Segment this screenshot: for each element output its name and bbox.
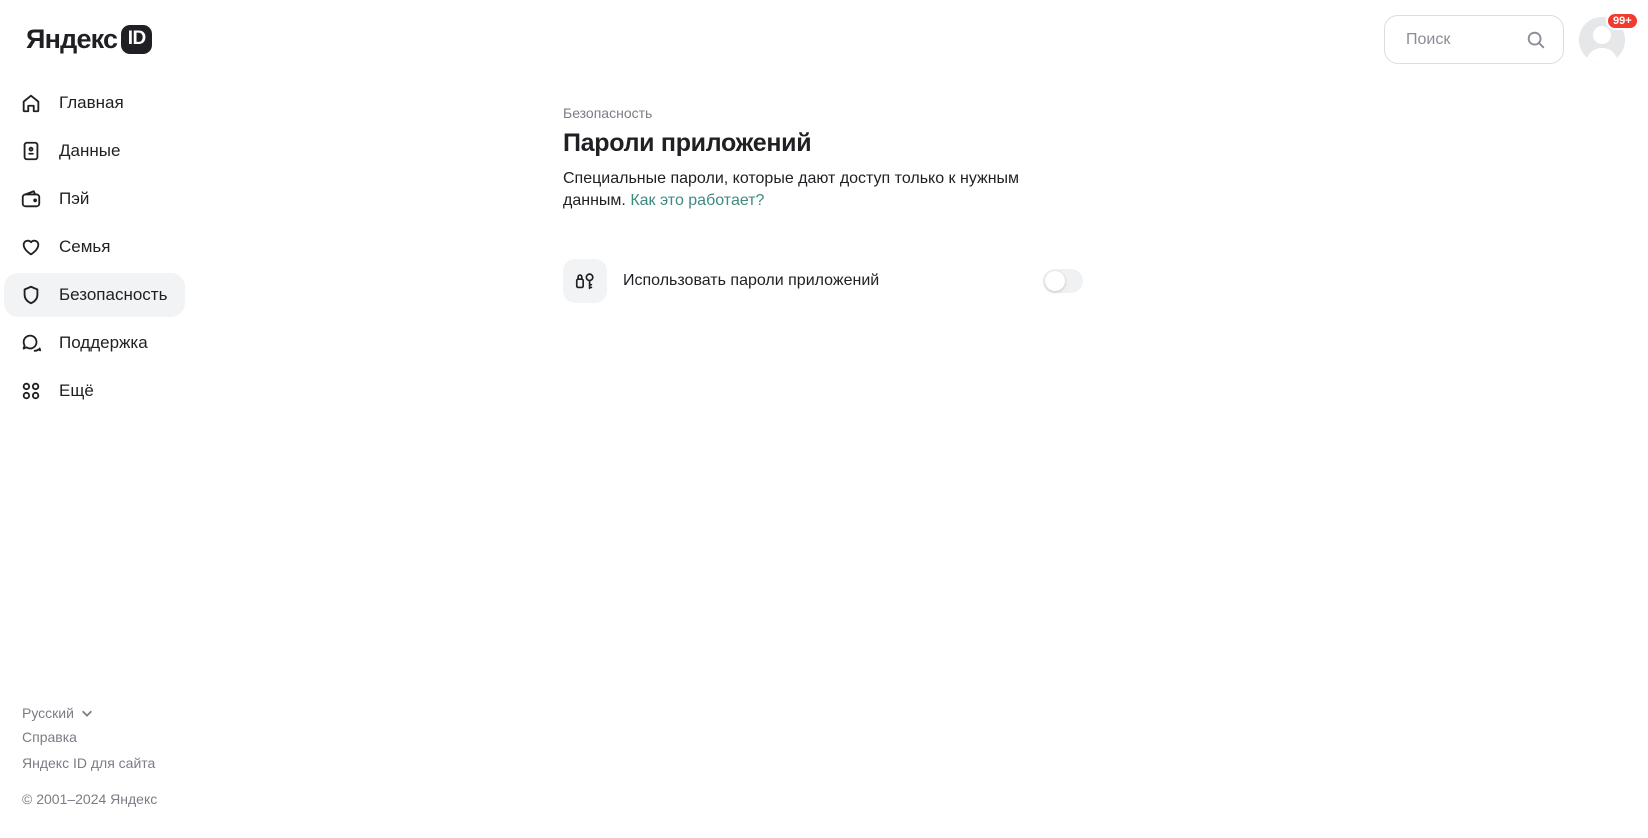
setting-label: Использовать пароли приложений — [623, 272, 880, 289]
key-lock-icon — [563, 259, 607, 303]
sidebar-item-home[interactable]: Главная — [4, 81, 186, 125]
id-card-icon — [20, 140, 42, 162]
search-input[interactable] — [1404, 29, 1514, 50]
sidebar: Главная Данные Пэй Семья Безопасность По… — [4, 81, 186, 417]
sidebar-item-family[interactable]: Семья — [4, 225, 186, 269]
home-icon — [20, 92, 42, 114]
sidebar-item-label: Безопасность — [59, 285, 168, 304]
language-selector[interactable]: Русский — [22, 703, 157, 723]
grid-icon — [20, 380, 42, 402]
sidebar-item-label: Пэй — [59, 189, 90, 208]
page-title: Пароли приложений — [563, 129, 812, 157]
breadcrumb[interactable]: Безопасность — [563, 105, 1083, 121]
chat-icon — [20, 332, 42, 354]
sidebar-item-security[interactable]: Безопасность — [4, 273, 185, 317]
heart-icon — [20, 236, 42, 258]
app-passwords-setting: Использовать пароли приложений — [563, 259, 1083, 303]
footer: Русский Справка Яндекс ID для сайта © 20… — [22, 703, 157, 807]
chevron-down-icon — [81, 710, 92, 717]
yandex-id-logo[interactable]: Яндекс ID — [26, 23, 153, 54]
toggle-knob — [1045, 271, 1065, 291]
copyright: © 2001–2024 Яндекс — [22, 791, 158, 807]
sidebar-item-label: Поддержка — [59, 333, 148, 352]
logo-badge: ID — [121, 24, 153, 54]
sidebar-item-label: Главная — [59, 93, 124, 112]
sidebar-item-label: Данные — [59, 141, 121, 160]
search-box[interactable] — [1384, 15, 1564, 64]
help-link[interactable]: Справка — [22, 729, 157, 749]
yandex-id-for-sites-link[interactable]: Яндекс ID для сайта — [22, 755, 157, 775]
app-passwords-toggle[interactable] — [1043, 269, 1083, 293]
language-label: Русский — [22, 705, 74, 721]
sidebar-item-support[interactable]: Поддержка — [4, 321, 186, 365]
logo-text: Яндекс — [26, 23, 118, 54]
shield-icon — [20, 284, 42, 306]
notification-badge: 99+ — [1606, 12, 1639, 30]
main-content: Безопасность Пароли приложений Специальн… — [563, 105, 1083, 212]
wallet-icon — [20, 188, 42, 210]
sidebar-item-more[interactable]: Ещё — [4, 369, 186, 413]
sidebar-item-label: Семья — [59, 237, 111, 256]
sidebar-item-label: Ещё — [59, 381, 94, 400]
search-icon[interactable] — [1525, 29, 1547, 51]
sidebar-item-data[interactable]: Данные — [4, 129, 186, 173]
how-it-works-link[interactable]: Как это работает? — [630, 192, 764, 209]
page-description: Специальные пароли, которые дают доступ … — [563, 168, 1033, 212]
sidebar-item-pay[interactable]: Пэй — [4, 177, 186, 221]
